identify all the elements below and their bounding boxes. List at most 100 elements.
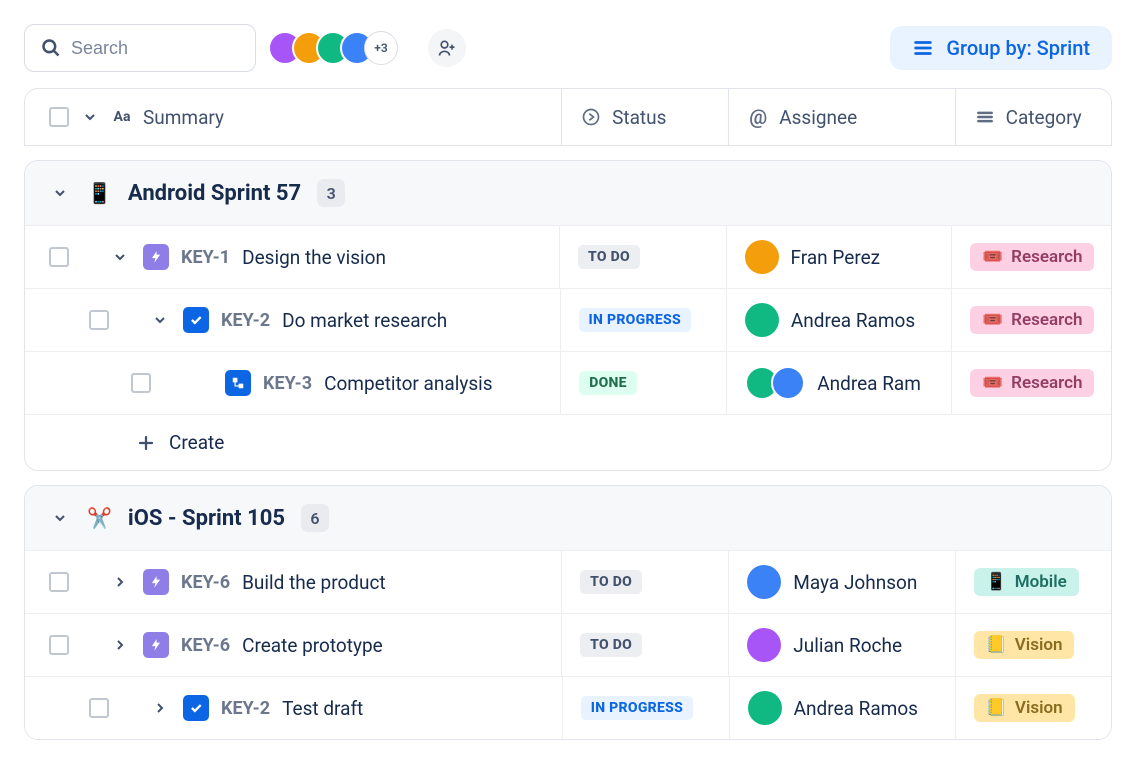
table-row[interactable]: KEY-2 Test draft IN PROGRESS Andrea Ramos 📒V… [25, 676, 1111, 739]
category-tag[interactable]: 🎟️Research [970, 243, 1094, 271]
status-badge[interactable]: TO DO [580, 633, 642, 657]
cell-category[interactable]: 🎟️Research [951, 226, 1111, 288]
issue-key[interactable]: KEY-2 [221, 698, 270, 719]
expand-toggle[interactable] [149, 309, 171, 331]
group-by-button[interactable]: Group by: Sprint [890, 26, 1112, 70]
table-row[interactable]: KEY-3 Competitor analysis DONE Andrea Ram 🎟️… [25, 351, 1111, 414]
people-filter[interactable]: +3 [268, 31, 398, 65]
cell-summary: KEY-2 Test draft [25, 677, 562, 739]
search-field[interactable] [71, 38, 239, 59]
assignee-name: Andrea Ram [817, 372, 921, 395]
issue-key[interactable]: KEY-1 [181, 247, 230, 268]
cell-status[interactable]: TO DO [561, 551, 728, 613]
avatar-overflow[interactable]: +3 [364, 31, 398, 65]
row-checkbox[interactable] [49, 572, 69, 592]
row-checkbox[interactable] [89, 310, 109, 330]
cell-status[interactable]: IN PROGRESS [562, 677, 729, 739]
issue-summary[interactable]: Test draft [282, 697, 363, 720]
issue-summary[interactable]: Competitor analysis [324, 372, 492, 395]
add-user-button[interactable] [428, 29, 466, 67]
issue-summary[interactable]: Build the product [242, 571, 386, 594]
chevron-down-icon[interactable] [49, 507, 71, 529]
group-count: 6 [301, 504, 329, 532]
category-tag[interactable]: 🎟️Research [970, 369, 1094, 397]
assignee-name: Julian Roche [793, 634, 902, 657]
column-status-label: Status [612, 106, 666, 129]
column-summary-label: Summary [143, 106, 224, 129]
cell-category[interactable]: 📱 Mobile [955, 551, 1111, 613]
issue-key[interactable]: KEY-6 [181, 635, 230, 656]
sprint-group: ✂️iOS - Sprint 1056 KEY-6 Build the produc… [24, 485, 1112, 740]
sprint-group: 📱 Android Sprint 57 3 KEY-1 Design the visio… [24, 160, 1112, 471]
chevron-down-icon[interactable] [79, 106, 101, 128]
row-checkbox[interactable] [49, 247, 69, 267]
assignee-name: Andrea Ramos [791, 309, 915, 332]
category-tag[interactable]: 📱 Mobile [974, 568, 1079, 596]
group-header[interactable]: ✂️iOS - Sprint 1056 [25, 486, 1111, 550]
create-issue-button[interactable]: Create [25, 414, 1111, 470]
search-input[interactable] [24, 24, 256, 72]
table-row[interactable]: KEY-6 Create prototype TO DO Julian Roche 📒V… [25, 613, 1111, 676]
issue-key[interactable]: KEY-2 [221, 310, 270, 331]
row-checkbox[interactable] [89, 698, 109, 718]
cell-status[interactable]: TO DO [559, 226, 726, 288]
cell-category[interactable]: 📒Vision [955, 677, 1111, 739]
avatar [748, 691, 782, 725]
expand-toggle[interactable] [109, 634, 131, 656]
table-row[interactable]: KEY-2 Do market research IN PROGRESS Andrea… [25, 288, 1111, 351]
table-row[interactable]: KEY-6 Build the product TO DO Maya Johnson 📱… [25, 550, 1111, 613]
chevron-down-icon[interactable] [49, 182, 71, 204]
cell-assignee[interactable]: Maya Johnson [728, 551, 954, 613]
expand-toggle[interactable] [109, 571, 131, 593]
row-checkbox[interactable] [131, 373, 151, 393]
tag-label: Research [1011, 310, 1082, 330]
tag-icon: 📒 [986, 635, 1007, 655]
issue-summary[interactable]: Do market research [282, 309, 447, 332]
issue-type-icon [143, 244, 169, 270]
issue-key[interactable]: KEY-6 [181, 572, 230, 593]
cell-assignee[interactable]: Fran Perez [726, 226, 951, 288]
avatar [747, 565, 781, 599]
avatar [747, 628, 781, 662]
status-badge[interactable]: TO DO [580, 570, 642, 594]
category-tag[interactable]: 📒Vision [974, 631, 1075, 659]
table-row[interactable]: KEY-1 Design the vision TO DO Fran Perez 🎟️R… [25, 225, 1111, 288]
group-title: Android Sprint 57 [128, 181, 301, 206]
group-emoji: ✂️ [87, 506, 112, 530]
category-tag[interactable]: 📒Vision [974, 694, 1075, 722]
issue-type-icon [225, 370, 251, 396]
issue-key[interactable]: KEY-3 [263, 373, 312, 394]
cell-status[interactable]: TO DO [561, 614, 728, 676]
expand-toggle[interactable] [109, 246, 131, 268]
status-badge[interactable]: IN PROGRESS [579, 308, 691, 332]
avatar [745, 240, 779, 274]
cell-status[interactable]: IN PROGRESS [560, 289, 726, 351]
issue-summary[interactable]: Create prototype [242, 634, 383, 657]
cell-assignee[interactable]: Julian Roche [728, 614, 954, 676]
cell-category[interactable]: 🎟️Research [951, 352, 1111, 414]
status-badge[interactable]: DONE [579, 371, 637, 395]
category-tag[interactable]: 🎟️Research [970, 306, 1094, 334]
cell-category[interactable]: 📒Vision [955, 614, 1111, 676]
tag-icon: 📒 [986, 698, 1007, 718]
assignee-name: Andrea Ramos [794, 697, 918, 720]
cell-summary: KEY-6 Create prototype [25, 614, 561, 676]
cell-category[interactable]: 🎟️Research [951, 289, 1111, 351]
group-emoji: 📱 [87, 181, 112, 205]
cell-status[interactable]: DONE [560, 352, 726, 414]
group-count: 3 [317, 179, 345, 207]
at-icon: @ [747, 106, 769, 128]
expand-toggle[interactable] [149, 697, 171, 719]
cell-assignee[interactable]: Andrea Ramos [726, 289, 951, 351]
group-header[interactable]: 📱 Android Sprint 57 3 [25, 161, 1111, 225]
cell-assignee[interactable]: Andrea Ramos [729, 677, 955, 739]
tag-label: Research [1011, 247, 1082, 267]
cell-assignee[interactable]: Andrea Ram [726, 352, 951, 414]
row-checkbox[interactable] [49, 635, 69, 655]
status-badge[interactable]: IN PROGRESS [581, 696, 693, 720]
tag-label: Mobile [1015, 572, 1067, 592]
issue-summary[interactable]: Design the vision [242, 246, 386, 269]
tag-icon: 📱 [986, 572, 1007, 592]
status-badge[interactable]: TO DO [578, 245, 640, 269]
select-all-checkbox[interactable] [49, 107, 69, 127]
